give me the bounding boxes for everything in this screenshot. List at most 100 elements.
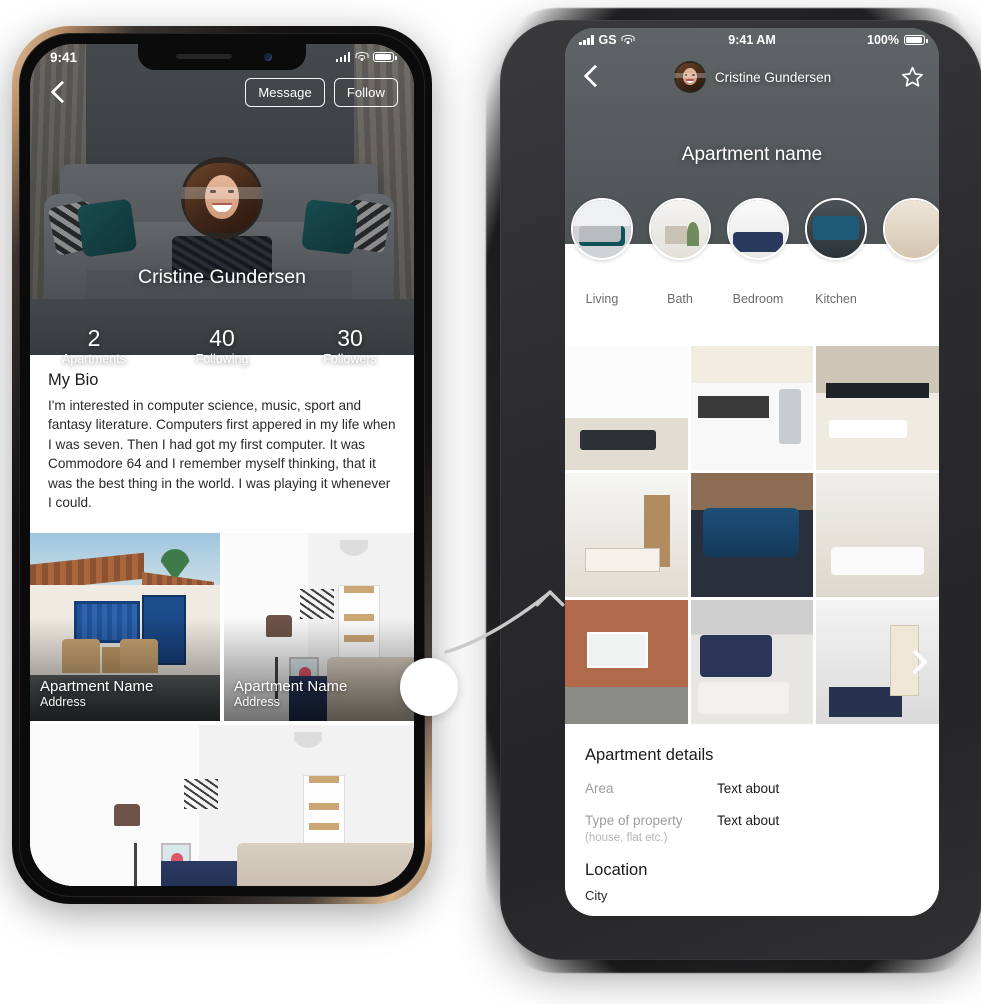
avatar-face — [673, 61, 706, 93]
apartment-title: Apartment Name — [40, 677, 154, 695]
stat-apartments[interactable]: 2 Apartments — [30, 326, 158, 366]
screenshot-stage: 9:41 Message Follow Cristine Gundersen 2… — [0, 0, 981, 1004]
gallery-photo[interactable] — [690, 346, 814, 470]
left-phone-device: 9:41 Message Follow Cristine Gundersen 2… — [12, 26, 432, 904]
stat-label: Following — [195, 352, 249, 367]
battery-icon — [904, 34, 928, 46]
wall-graffiti — [183, 778, 218, 809]
category-kitchen[interactable]: Kitchen — [805, 198, 867, 306]
gallery-photo[interactable] — [565, 346, 688, 470]
profile-stats: 2 Apartments 40 Following 30 Followers — [30, 326, 414, 366]
floor-lamp-stem — [133, 843, 137, 886]
apartment-address: Address — [40, 694, 86, 709]
nav-user[interactable]: Cristine Gundersen — [673, 61, 832, 93]
battery-percent: 100% — [867, 33, 899, 47]
apartment-address: Address — [234, 694, 280, 709]
detail-label: Type of property (house, flat etc.) — [585, 813, 717, 844]
tap-circle — [400, 658, 458, 716]
detail-label: Area — [585, 781, 614, 796]
status-left: GS — [579, 33, 635, 47]
gallery-photo[interactable] — [565, 600, 688, 724]
detail-row-type: Type of property (house, flat etc.) Text… — [585, 813, 919, 844]
category-label: Bedroom — [732, 292, 784, 306]
category-bedroom[interactable]: Bedroom — [727, 198, 789, 306]
apartment-details-section: Apartment details Area Text about Type o… — [565, 724, 939, 916]
avatar[interactable] — [673, 61, 706, 93]
battery-icon — [373, 51, 397, 63]
gallery-photo[interactable] — [690, 473, 814, 597]
bathroom-thumb — [649, 198, 711, 260]
category-living[interactable]: Living — [571, 198, 633, 306]
stat-label: Followers — [323, 352, 377, 367]
status-time: 9:41 — [50, 49, 78, 65]
stat-value: 30 — [337, 325, 363, 351]
wifi-icon — [355, 52, 368, 62]
chandelier — [293, 731, 322, 754]
detail-row-area: Area Text about — [585, 781, 919, 797]
location-city: City — [585, 887, 608, 903]
floor-lamp-shade — [114, 803, 141, 826]
stat-label: Apartments — [62, 352, 126, 367]
apartment-card-caption: Apartment Name Address — [40, 678, 153, 709]
chevron-left-icon[interactable] — [579, 64, 605, 90]
nav-user-name: Cristine Gundersen — [714, 69, 832, 85]
curved-arrow-icon — [444, 590, 565, 654]
apartment-card-row: Apartment Name Address Apartment Name Ad… — [30, 532, 414, 721]
photo-gallery-grid — [565, 346, 939, 724]
white-interior-wide-photo — [30, 724, 414, 886]
gallery-photo[interactable] — [565, 473, 688, 597]
star-outline-icon[interactable] — [900, 65, 925, 89]
apartment-card-caption: Apartment Name Address — [234, 678, 347, 709]
profile-actions: Message Follow — [245, 78, 398, 107]
category-extra[interactable] — [883, 198, 939, 306]
bed — [237, 843, 414, 886]
right-nav-bar: Cristine Gundersen — [565, 56, 939, 98]
profile-name: Cristine Gundersen — [138, 266, 306, 288]
bio-text: I'm interested in computer science, musi… — [48, 398, 396, 511]
apartment-card[interactable]: Apartment Name Address — [30, 532, 220, 721]
avatar-glare — [181, 187, 263, 199]
category-bath[interactable]: Bath — [649, 198, 711, 306]
gallery-photo[interactable] — [690, 600, 814, 724]
signal-bars-icon — [335, 52, 350, 62]
chevron-left-icon[interactable] — [46, 80, 72, 106]
carrier-label: GS — [598, 33, 617, 47]
stat-value: 2 — [87, 325, 101, 351]
category-row: Living Bath Bedroom Kitchen — [571, 198, 939, 306]
detail-value: Text about — [717, 813, 780, 829]
left-status-bar: 9:41 — [30, 44, 414, 70]
gallery-photo[interactable] — [816, 473, 939, 597]
apartment-wide-card[interactable] — [30, 724, 414, 886]
kitchen-thumb — [805, 198, 867, 260]
room-categories: Living Bath Bedroom Kitchen — [565, 198, 939, 346]
left-phone-screen: 9:41 Message Follow Cristine Gundersen 2… — [30, 44, 414, 886]
gallery-photo[interactable] — [816, 346, 939, 470]
category-label: Living — [585, 292, 619, 306]
detail-value: Text about — [717, 781, 780, 796]
chevron-right-icon[interactable] — [903, 651, 925, 673]
message-button[interactable]: Message — [245, 78, 325, 107]
apartment-card[interactable]: Apartment Name Address — [224, 532, 414, 721]
extra-room-thumb — [883, 198, 939, 260]
signal-bars-icon — [579, 35, 594, 45]
living-room-thumb — [571, 198, 633, 260]
stat-followers[interactable]: 30 Followers — [286, 326, 414, 366]
avatar-glare — [673, 73, 706, 78]
stat-value: 40 — [209, 325, 235, 351]
status-time: 9:41 AM — [728, 33, 776, 47]
bio-title: My Bio — [48, 371, 99, 389]
right-phone-device: GS 9:41 AM 100% Cristine Gundersen Apart… — [486, 8, 981, 976]
location-title: Location — [585, 860, 648, 879]
status-indicators — [335, 51, 397, 63]
apartment-title: Apartment Name — [234, 677, 348, 695]
stat-following[interactable]: 40 Following — [158, 326, 286, 366]
status-right: 100% — [867, 33, 928, 47]
gallery-photo[interactable] — [816, 600, 939, 724]
detail-label-sub: (house, flat etc.) — [585, 831, 668, 844]
detail-label-main: Type of property — [585, 813, 683, 829]
follow-button[interactable]: Follow — [333, 78, 398, 107]
bio-section: My Bio I'm interested in computer scienc… — [30, 355, 414, 533]
avatar[interactable] — [181, 157, 263, 239]
right-phone-screen: GS 9:41 AM 100% Cristine Gundersen Apart… — [565, 28, 939, 916]
right-status-bar: GS 9:41 AM 100% — [565, 28, 939, 52]
